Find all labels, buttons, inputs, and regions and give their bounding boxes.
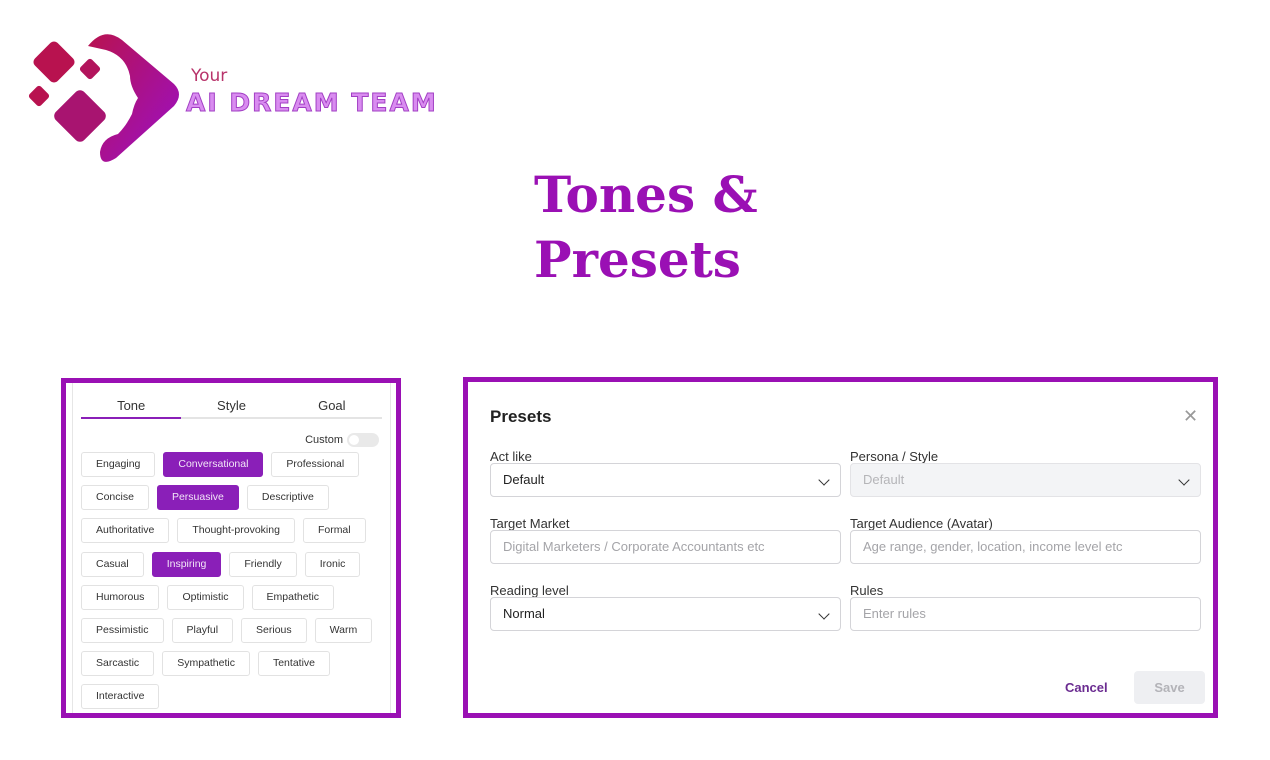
rules-input[interactable]: Enter rules (850, 597, 1201, 631)
divider (72, 383, 73, 713)
reading-level-select[interactable]: Normal (490, 597, 841, 631)
tone-chip-engaging[interactable]: Engaging (81, 452, 156, 477)
tone-chip-row: Pessimistic Playful Serious Warm (81, 618, 373, 643)
tone-chip-warm[interactable]: Warm (314, 618, 373, 643)
rules-label: Rules (850, 583, 884, 598)
title-line-1: Tones & (534, 165, 758, 224)
close-icon[interactable]: ✕ (1183, 406, 1198, 427)
tone-chip-ironic[interactable]: Ironic (304, 551, 361, 577)
tab-style[interactable]: Style (181, 383, 281, 417)
chevron-down-icon (818, 608, 830, 620)
persona-value: Default (863, 472, 905, 487)
tone-chip-professional[interactable]: Professional (271, 452, 360, 477)
tone-chip-row: Engaging Conversational Professional (81, 452, 360, 477)
act-like-label: Act like (490, 449, 532, 464)
tone-chip-empathetic[interactable]: Empathetic (251, 584, 335, 610)
tone-chip-casual[interactable]: Casual (81, 551, 144, 577)
target-market-label: Target Market (490, 516, 570, 531)
reading-level-value: Normal (503, 606, 545, 621)
chevron-down-icon (1178, 474, 1190, 486)
tone-chip-concise[interactable]: Concise (81, 485, 149, 511)
tone-chip-inspiring[interactable]: Inspiring (151, 551, 222, 577)
tone-chip-row: Humorous Optimistic Empathetic (81, 584, 335, 610)
logo-icon (28, 34, 179, 162)
title-line-2: Presets (534, 230, 741, 289)
tone-chip-descriptive[interactable]: Descriptive (246, 485, 329, 511)
page-title: Tones & Presets (534, 162, 758, 292)
tone-chip-row: Sarcastic Sympathetic Tentative (81, 651, 330, 677)
target-audience-label: Target Audience (Avatar) (850, 516, 993, 531)
tone-chip-conversational[interactable]: Conversational (163, 452, 264, 477)
custom-toggle[interactable] (347, 433, 379, 447)
target-market-input[interactable]: Digital Marketers / Corporate Accountant… (490, 530, 841, 564)
tone-chip-formal[interactable]: Formal (302, 518, 366, 544)
tone-chip-row: Concise Persuasive Descriptive (81, 485, 329, 511)
tone-chip-humorous[interactable]: Humorous (81, 584, 160, 610)
dialog-title: Presets (490, 407, 552, 426)
cancel-button[interactable]: Cancel (1065, 680, 1108, 695)
act-like-value: Default (503, 472, 545, 487)
tab-tone[interactable]: Tone (81, 383, 182, 419)
persona-label: Persona / Style (850, 449, 939, 464)
tone-chip-friendly[interactable]: Friendly (229, 551, 297, 577)
tone-chip-sympathetic[interactable]: Sympathetic (162, 651, 250, 677)
tone-chip-row: Casual Inspiring Friendly Ironic (81, 551, 361, 577)
reading-level-label: Reading level (490, 583, 569, 598)
tone-chip-sarcastic[interactable]: Sarcastic (81, 651, 155, 677)
tab-goal[interactable]: Goal (282, 383, 382, 417)
presets-dialog: Presets ✕ Act like Default Persona / Sty… (463, 377, 1218, 718)
tone-chip-pessimistic[interactable]: Pessimistic (81, 618, 164, 643)
tone-chip-row: Interactive (81, 684, 160, 710)
tone-panel: Tone Style Goal Custom Engaging Conversat… (61, 378, 401, 718)
logo-brand-name: AI DREAM TEAM (186, 88, 438, 118)
act-like-select[interactable]: Default (490, 463, 841, 497)
tone-chip-optimistic[interactable]: Optimistic (167, 584, 244, 610)
save-button[interactable]: Save (1134, 671, 1205, 704)
tone-chip-persuasive[interactable]: Persuasive (156, 485, 239, 511)
tone-chip-thought-provoking[interactable]: Thought-provoking (177, 518, 295, 544)
tone-chip-tentative[interactable]: Tentative (257, 651, 330, 677)
persona-select[interactable]: Default (850, 463, 1201, 497)
tone-chip-serious[interactable]: Serious (241, 618, 307, 643)
tone-chip-authoritative[interactable]: Authoritative (81, 518, 170, 544)
tone-tabs: Tone Style Goal (81, 383, 382, 419)
chevron-down-icon (818, 474, 830, 486)
custom-toggle-group: Custom (305, 433, 379, 447)
tone-chip-row: Authoritative Thought-provoking Formal (81, 518, 366, 544)
target-audience-input[interactable]: Age range, gender, location, income leve… (850, 530, 1201, 564)
tone-chip-playful[interactable]: Playful (171, 618, 234, 643)
divider (390, 383, 391, 713)
custom-label: Custom (305, 434, 343, 446)
logo-your: Your (191, 66, 228, 86)
tone-chip-interactive[interactable]: Interactive (81, 684, 160, 710)
